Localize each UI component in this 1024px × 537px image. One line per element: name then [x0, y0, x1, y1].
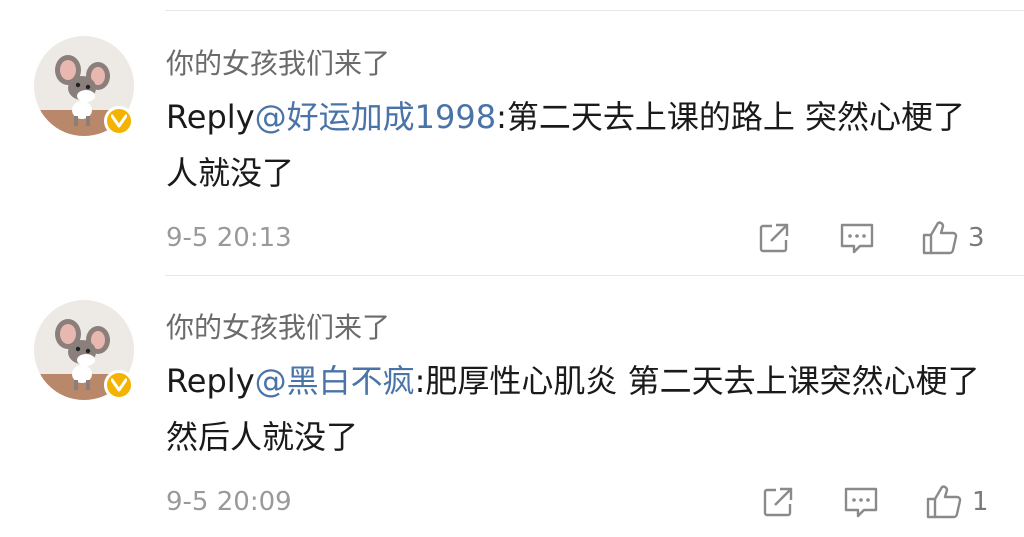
comment-body: Reply@好运加成1998:第二天去上课的路上 突然心梗了 人就没了: [166, 89, 986, 201]
thumbs-up-icon: [926, 485, 962, 519]
comment-icon: [840, 223, 874, 254]
share-icon: [759, 223, 789, 253]
verified-badge-icon: [104, 370, 134, 400]
like-count: 1: [972, 487, 989, 517]
share-button[interactable]: [760, 484, 796, 520]
comment-icon: [844, 487, 878, 518]
mention-link[interactable]: @黑白不疯: [255, 362, 415, 400]
avatar[interactable]: [34, 36, 134, 136]
comment-username[interactable]: 你的女孩我们来了: [166, 47, 390, 81]
comment-timestamp: 9-5 20:13: [166, 223, 292, 253]
share-icon: [763, 487, 793, 517]
avatar[interactable]: [34, 300, 134, 400]
comment-username[interactable]: 你的女孩我们来了: [166, 311, 390, 345]
thumbs-up-icon: [922, 221, 958, 255]
like-button[interactable]: 3: [920, 218, 985, 258]
comment-divider: [165, 275, 1024, 276]
like-count: 3: [968, 223, 985, 253]
like-button[interactable]: 1: [924, 482, 989, 522]
verified-badge-icon: [104, 106, 134, 136]
share-button[interactable]: [756, 220, 792, 256]
comment-timestamp: 9-5 20:09: [166, 487, 292, 517]
comment-body: Reply@黑白不疯:肥厚性心肌炎 第二天去上课突然心梗了 然后人就没了: [166, 353, 986, 465]
comment-button[interactable]: [838, 220, 876, 256]
reply-prefix: Reply: [166, 98, 255, 136]
top-divider: [165, 10, 1024, 11]
mention-link[interactable]: @好运加成1998: [255, 98, 496, 136]
reply-prefix: Reply: [166, 362, 255, 400]
comment-button[interactable]: [842, 484, 880, 520]
